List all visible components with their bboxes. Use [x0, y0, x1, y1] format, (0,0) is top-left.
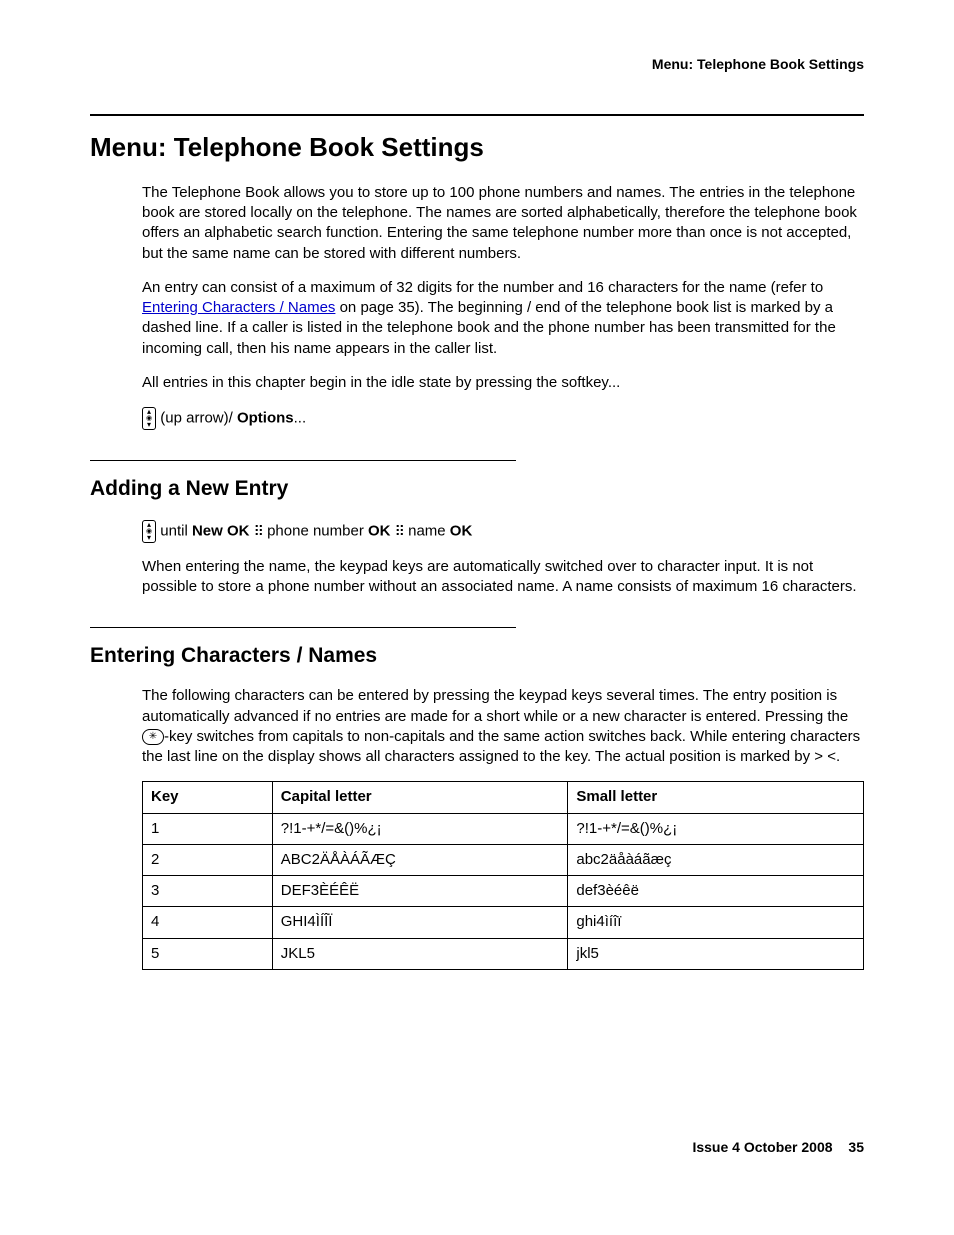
character-table: Key Capital letter Small letter 1 ?!1-+*…: [142, 781, 864, 970]
rule-sec2: [90, 627, 516, 628]
softkey-icon: [142, 520, 156, 543]
th-small: Small letter: [568, 782, 864, 813]
page-title: Menu: Telephone Book Settings: [90, 130, 864, 165]
intro-p1: The Telephone Book allows you to store u…: [142, 183, 864, 264]
cell-small: jkl5: [568, 938, 864, 969]
table-row: 3 DEF3ÈÉÊË def3èéêë: [143, 876, 864, 907]
keypad-icon: ⠿: [395, 522, 404, 541]
rule-sec1: [90, 460, 516, 461]
intro-p2: An entry can consist of a maximum of 32 …: [142, 278, 864, 359]
link-entering-characters[interactable]: Entering Characters / Names: [142, 299, 335, 316]
sec1-a: until: [156, 522, 192, 539]
new-label: New: [192, 522, 223, 539]
table-row: 1 ?!1-+*/=&()%¿¡ ?!1-+*/=&()%¿¡: [143, 813, 864, 844]
ok2: OK: [368, 522, 395, 539]
sec2-p-a: The following characters can be entered …: [142, 687, 848, 724]
table-header-row: Key Capital letter Small letter: [143, 782, 864, 813]
cell-key: 4: [143, 907, 273, 938]
section-entering-title: Entering Characters / Names: [90, 642, 864, 670]
softkey-icon: [142, 407, 156, 430]
cell-key: 5: [143, 938, 273, 969]
intro-p4-c: ...: [294, 410, 307, 427]
running-header: Menu: Telephone Book Settings: [90, 55, 864, 74]
rule-top: [90, 114, 864, 116]
star-key-icon: ✳: [142, 729, 164, 745]
page-footer: Issue 4 October 2008 35: [692, 1138, 864, 1157]
ok3: OK: [450, 522, 473, 539]
sec2-p-b: -key switches from capitals to non-capit…: [142, 728, 860, 765]
th-key: Key: [143, 782, 273, 813]
ok1: OK: [223, 522, 254, 539]
cell-cap: ?!1-+*/=&()%¿¡: [272, 813, 568, 844]
sec1-block: until New OK ⠿ phone number OK ⠿ name OK…: [142, 520, 864, 598]
footer-issue: Issue 4 October 2008: [692, 1139, 832, 1155]
cell-key: 1: [143, 813, 273, 844]
cell-cap: GHI4ÌÍÎÏ: [272, 907, 568, 938]
sec1-name: name: [404, 522, 450, 539]
section-adding-title: Adding a New Entry: [90, 475, 864, 503]
table-row: 2 ABC2ÄÅÀÁÃÆÇ abc2äåàáãæç: [143, 844, 864, 875]
cell-cap: JKL5: [272, 938, 568, 969]
intro-p3: All entries in this chapter begin in the…: [142, 373, 864, 393]
cell-cap: ABC2ÄÅÀÁÃÆÇ: [272, 844, 568, 875]
th-cap: Capital letter: [272, 782, 568, 813]
cell-key: 2: [143, 844, 273, 875]
cell-small: ghi4ìíîï: [568, 907, 864, 938]
keypad-icon: ⠿: [254, 522, 263, 541]
table-row: 4 GHI4ÌÍÎÏ ghi4ìíîï: [143, 907, 864, 938]
page: Menu: Telephone Book Settings Menu: Tele…: [0, 0, 954, 1235]
cell-cap: DEF3ÈÉÊË: [272, 876, 568, 907]
intro-p2-a: An entry can consist of a maximum of 32 …: [142, 279, 823, 296]
cell-small: ?!1-+*/=&()%¿¡: [568, 813, 864, 844]
cell-key: 3: [143, 876, 273, 907]
sec1-p: When entering the name, the keypad keys …: [142, 557, 864, 598]
intro-p4: (up arrow)/ Options...: [142, 407, 864, 430]
intro-p4-a: (up arrow)/: [156, 410, 237, 427]
sec1-instruction: until New OK ⠿ phone number OK ⠿ name OK: [142, 520, 864, 543]
intro-block: The Telephone Book allows you to store u…: [142, 183, 864, 430]
sec1-phone: phone number: [263, 522, 368, 539]
table-row: 5 JKL5 jkl5: [143, 938, 864, 969]
options-label: Options: [237, 410, 294, 427]
sec2-block: The following characters can be entered …: [142, 686, 864, 970]
cell-small: def3èéêë: [568, 876, 864, 907]
cell-small: abc2äåàáãæç: [568, 844, 864, 875]
sec2-p: The following characters can be entered …: [142, 686, 864, 767]
footer-page-number: 35: [848, 1139, 864, 1155]
